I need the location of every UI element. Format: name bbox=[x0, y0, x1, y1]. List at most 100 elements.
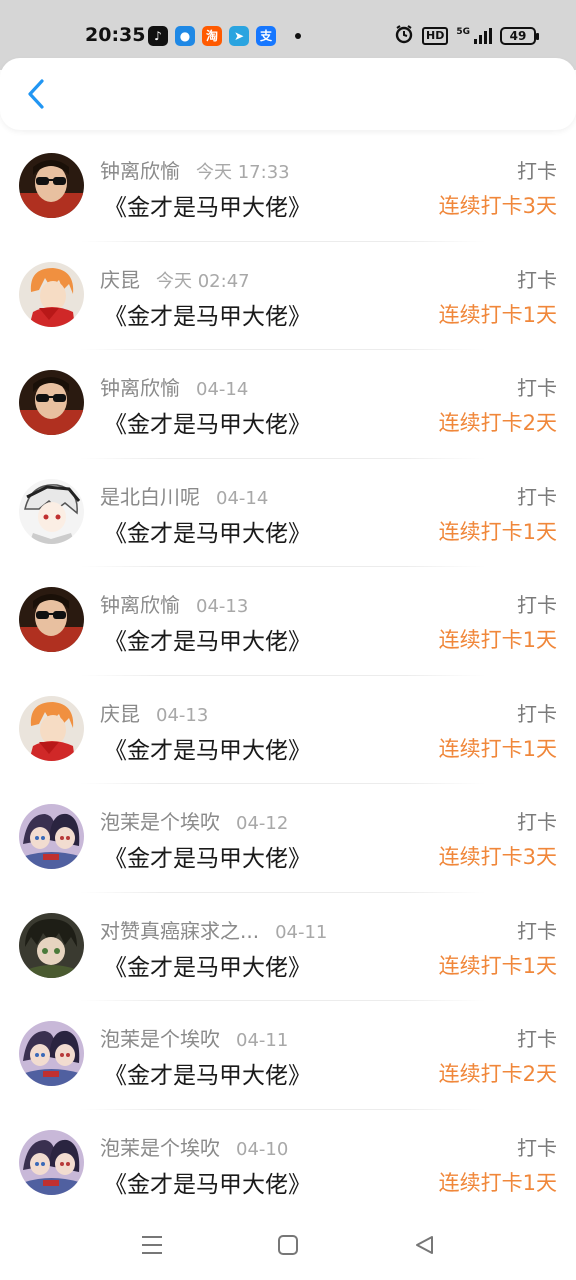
action-label: 打卡 bbox=[517, 484, 557, 509]
system-nav-bar bbox=[0, 1210, 576, 1280]
list-item[interactable]: 庆昆 今天 02:47 《金才是马甲大佬》 打卡 连续打卡1天 bbox=[0, 242, 576, 350]
more-notifications-icon bbox=[295, 33, 301, 39]
avatar[interactable] bbox=[19, 804, 84, 869]
action-label: 打卡 bbox=[517, 267, 557, 292]
item-meta: 泡茉是个埃吹 04-10 bbox=[100, 1132, 288, 1161]
streak-label: 连续打卡1天 bbox=[438, 628, 557, 652]
book-title[interactable]: 《金才是马甲大佬》 bbox=[104, 405, 311, 439]
user-name[interactable]: 泡茉是个埃吹 bbox=[100, 806, 220, 835]
avatar[interactable] bbox=[19, 1129, 84, 1195]
recent-apps-button[interactable] bbox=[139, 1232, 165, 1258]
avatar[interactable] bbox=[19, 1021, 84, 1086]
list-item[interactable]: 泡茉是个埃吹 04-11 《金才是马甲大佬》 打卡 连续打卡2天 bbox=[0, 1001, 576, 1110]
menu-icon bbox=[142, 1236, 162, 1254]
book-title[interactable]: 《金才是马甲大佬》 bbox=[104, 514, 311, 548]
user-name[interactable]: 庆昆 bbox=[100, 264, 140, 293]
streak-label: 连续打卡3天 bbox=[438, 845, 557, 869]
avatar[interactable] bbox=[19, 587, 84, 652]
back-button[interactable] bbox=[16, 74, 56, 114]
list-item[interactable]: 泡茉是个埃吹 04-10 《金才是马甲大佬》 打卡 连续打卡1天 bbox=[0, 1110, 576, 1219]
telegram-icon: ➤ bbox=[229, 26, 249, 46]
streak-label: 连续打卡1天 bbox=[438, 953, 557, 978]
system-back-button[interactable] bbox=[411, 1232, 437, 1258]
signal-icon bbox=[474, 28, 492, 44]
checkin-list: 钟离欣愉 今天 17:33 《金才是马甲大佬》 打卡 连续打卡3天 庆昆 今天 … bbox=[0, 133, 576, 1218]
top-nav-bar bbox=[0, 58, 576, 130]
item-meta: 泡茉是个埃吹 04-12 bbox=[100, 806, 288, 835]
book-title[interactable]: 《金才是马甲大佬》 bbox=[104, 622, 311, 656]
action-label: 打卡 bbox=[517, 1027, 557, 1051]
avatar[interactable] bbox=[19, 153, 84, 218]
item-meta: 庆昆 今天 02:47 bbox=[100, 264, 250, 293]
action-label: 打卡 bbox=[517, 918, 557, 943]
book-title[interactable]: 《金才是马甲大佬》 bbox=[104, 1056, 311, 1090]
list-item[interactable]: 对赞真癌寐求之... 04-11 《金才是马甲大佬》 打卡 连续打卡1天 bbox=[0, 893, 576, 1001]
hd-icon: HD bbox=[422, 27, 449, 45]
checkin-time: 04-10 bbox=[236, 1138, 289, 1160]
list-item[interactable]: 泡茉是个埃吹 04-12 《金才是马甲大佬》 打卡 连续打卡3天 bbox=[0, 784, 576, 893]
user-name[interactable]: 对赞真癌寐求之... bbox=[100, 915, 259, 944]
item-meta: 是北白川呢 04-14 bbox=[100, 481, 268, 510]
checkin-time: 今天 02:47 bbox=[156, 270, 250, 292]
book-title[interactable]: 《金才是马甲大佬》 bbox=[104, 188, 311, 222]
chevron-left-icon bbox=[28, 79, 44, 109]
network-type: 5G bbox=[456, 27, 470, 37]
list-item[interactable]: 是北白川呢 04-14 《金才是马甲大佬》 打卡 连续打卡1天 bbox=[0, 459, 576, 567]
avatar[interactable] bbox=[19, 912, 84, 978]
avatar[interactable] bbox=[19, 261, 84, 327]
checkin-time: 04-11 bbox=[236, 1030, 289, 1051]
user-name[interactable]: 钟离欣愉 bbox=[100, 372, 180, 401]
book-title[interactable]: 《金才是马甲大佬》 bbox=[104, 1165, 311, 1199]
checkin-time: 04-13 bbox=[156, 704, 209, 726]
checkin-time: 04-12 bbox=[236, 813, 289, 834]
action-label: 打卡 bbox=[517, 376, 557, 400]
user-name[interactable]: 泡茉是个埃吹 bbox=[100, 1023, 220, 1052]
square-icon bbox=[278, 1235, 298, 1255]
book-title[interactable]: 《金才是马甲大佬》 bbox=[104, 731, 311, 765]
list-item[interactable]: 钟离欣愉 04-13 《金才是马甲大佬》 打卡 连续打卡1天 bbox=[0, 567, 576, 676]
status-time: 20:35 bbox=[85, 24, 146, 46]
book-title[interactable]: 《金才是马甲大佬》 bbox=[104, 948, 311, 982]
checkin-time: 今天 17:33 bbox=[196, 162, 290, 183]
list-item[interactable]: 钟离欣愉 04-14 《金才是马甲大佬》 打卡 连续打卡2天 bbox=[0, 350, 576, 459]
action-label: 打卡 bbox=[517, 159, 557, 183]
alipay-icon: 支 bbox=[256, 26, 276, 46]
avatar[interactable] bbox=[19, 370, 84, 435]
checkin-time: 04-14 bbox=[216, 487, 269, 509]
action-label: 打卡 bbox=[517, 810, 557, 834]
user-name[interactable]: 庆昆 bbox=[100, 698, 140, 727]
streak-label: 连续打卡1天 bbox=[438, 519, 557, 544]
user-name[interactable]: 钟离欣愉 bbox=[100, 155, 180, 184]
book-title[interactable]: 《金才是马甲大佬》 bbox=[104, 297, 311, 331]
book-title[interactable]: 《金才是马甲大佬》 bbox=[104, 839, 311, 873]
douyin-icon: ♪ bbox=[148, 26, 168, 46]
action-label: 打卡 bbox=[517, 701, 557, 726]
browser-icon: ● bbox=[175, 26, 195, 46]
battery-icon: 49 bbox=[500, 27, 539, 45]
home-button[interactable] bbox=[275, 1232, 301, 1258]
list-item[interactable]: 钟离欣愉 今天 17:33 《金才是马甲大佬》 打卡 连续打卡3天 bbox=[0, 133, 576, 242]
item-meta: 对赞真癌寐求之... 04-11 bbox=[100, 915, 327, 944]
alarm-icon bbox=[394, 24, 414, 48]
triangle-back-icon bbox=[416, 1236, 433, 1254]
streak-label: 连续打卡1天 bbox=[438, 1170, 557, 1195]
streak-label: 连续打卡2天 bbox=[438, 1062, 557, 1086]
avatar[interactable] bbox=[19, 478, 84, 544]
checkin-time: 04-13 bbox=[196, 596, 249, 617]
user-name[interactable]: 泡茉是个埃吹 bbox=[100, 1132, 220, 1161]
item-meta: 泡茉是个埃吹 04-11 bbox=[100, 1023, 288, 1052]
item-meta: 庆昆 04-13 bbox=[100, 698, 208, 727]
action-label: 打卡 bbox=[517, 593, 557, 617]
user-name[interactable]: 是北白川呢 bbox=[100, 481, 200, 510]
checkin-time: 04-14 bbox=[196, 379, 249, 400]
streak-label: 连续打卡3天 bbox=[438, 194, 557, 218]
list-item[interactable]: 庆昆 04-13 《金才是马甲大佬》 打卡 连续打卡1天 bbox=[0, 676, 576, 784]
action-label: 打卡 bbox=[517, 1135, 557, 1160]
streak-label: 连续打卡1天 bbox=[438, 302, 557, 327]
user-name[interactable]: 钟离欣愉 bbox=[100, 589, 180, 618]
item-meta: 钟离欣愉 今天 17:33 bbox=[100, 155, 290, 184]
status-indicators: HD 5G 49 bbox=[394, 24, 539, 48]
avatar[interactable] bbox=[19, 695, 84, 761]
item-meta: 钟离欣愉 04-14 bbox=[100, 372, 248, 401]
taobao-icon: 淘 bbox=[202, 26, 222, 46]
